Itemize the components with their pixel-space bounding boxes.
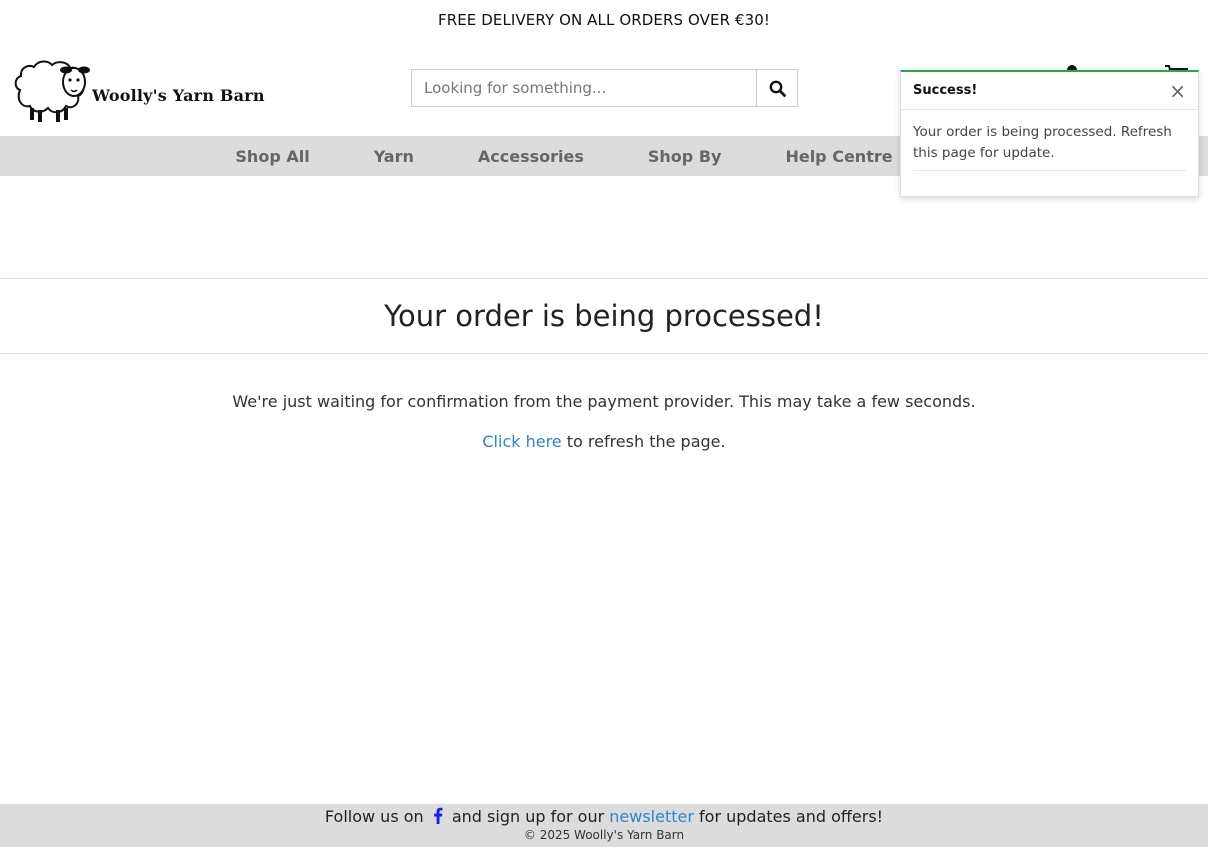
nav-item-shop-by[interactable]: Shop By <box>616 147 754 166</box>
refresh-link[interactable]: Click here <box>482 432 561 451</box>
follow-prefix: Follow us on <box>324 807 429 826</box>
toast-title: Success! <box>913 83 978 98</box>
site-footer: Follow us on and sign up for our newslet… <box>0 804 1208 847</box>
page-title: Your order is being processed! <box>384 299 824 333</box>
newsletter-link[interactable]: newsletter <box>609 807 694 826</box>
nav-item-yarn[interactable]: Yarn <box>342 147 446 166</box>
refresh-message: Click here to refresh the page. <box>0 432 1208 451</box>
logo-text: Woolly's Yarn Barn <box>92 85 265 105</box>
toast-body: Your order is being processed. Refresh t… <box>901 110 1198 171</box>
nav-item-help-centre[interactable]: Help Centre <box>753 147 924 166</box>
copyright: © 2025 Woolly's Yarn Barn <box>523 828 685 842</box>
close-icon[interactable]: × <box>1169 81 1186 101</box>
nav-item-accessories[interactable]: Accessories <box>446 147 616 166</box>
nav-item-shop-all[interactable]: Shop All <box>203 147 341 166</box>
toast-message: Your order is being processed. Refresh t… <box>913 122 1186 171</box>
follow-middle: and sign up for our <box>446 807 610 826</box>
page-title-band: Your order is being processed! <box>0 278 1208 354</box>
search-button[interactable] <box>756 69 798 107</box>
facebook-icon[interactable] <box>433 807 443 824</box>
search-form <box>411 69 798 107</box>
site-logo[interactable]: Woolly's Yarn Barn <box>12 56 265 126</box>
footer-follow-line: Follow us on and sign up for our newslet… <box>0 807 1208 827</box>
sheep-logo-icon <box>14 60 90 122</box>
processing-message: We're just waiting for confirmation from… <box>232 392 976 411</box>
promo-banner: FREE DELIVERY ON ALL ORDERS OVER €30! <box>0 0 1208 40</box>
promo-text: FREE DELIVERY ON ALL ORDERS OVER €30! <box>437 11 771 29</box>
toast-header: Success! × <box>901 72 1198 110</box>
refresh-text: to refresh the page. <box>561 432 726 451</box>
success-toast: Success! × Your order is being processed… <box>900 70 1199 197</box>
search-input[interactable] <box>411 69 756 107</box>
search-icon <box>769 80 786 97</box>
follow-suffix: for updates and offers! <box>693 807 884 826</box>
